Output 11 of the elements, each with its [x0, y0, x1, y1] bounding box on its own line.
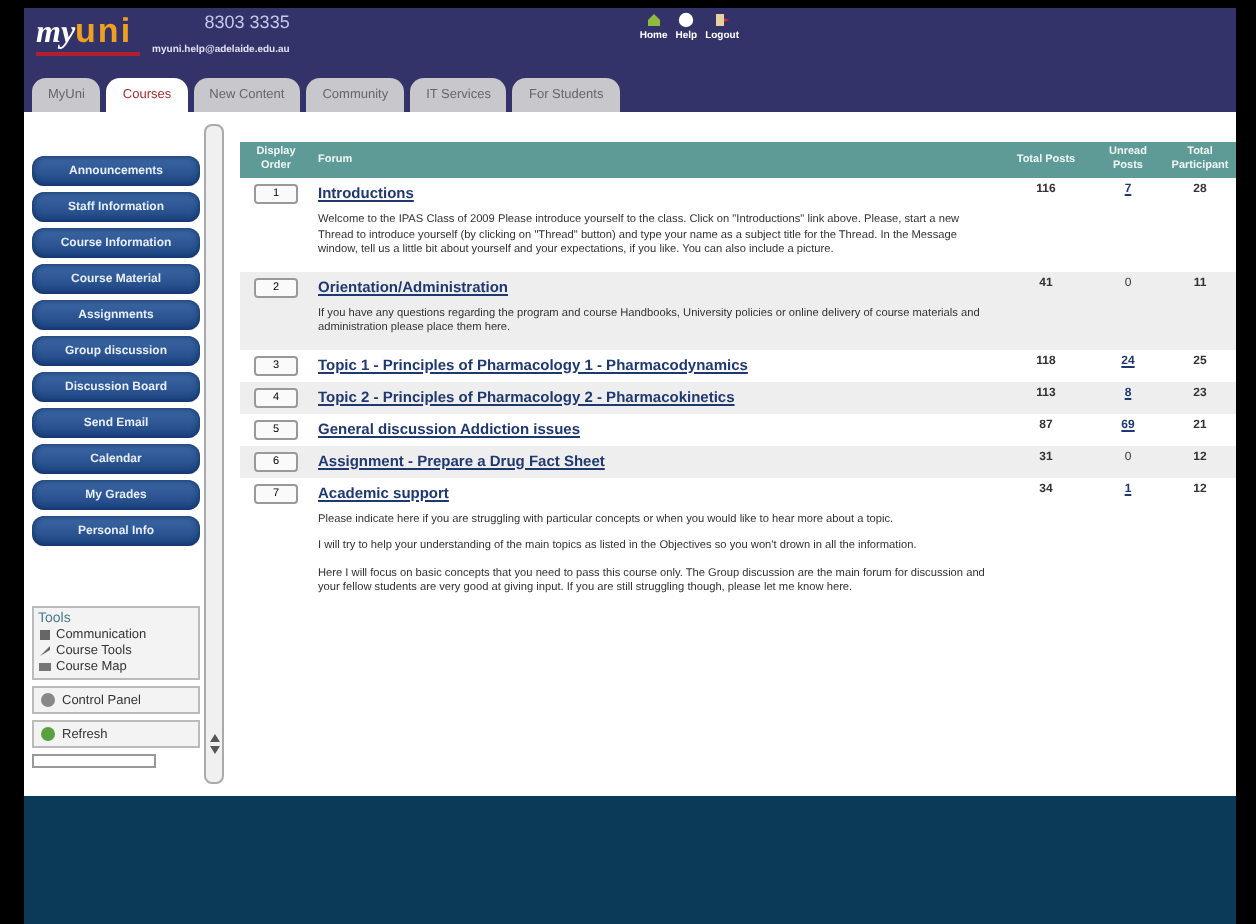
phone-number: 8303 3335	[204, 12, 290, 32]
tools-icon	[38, 644, 52, 658]
scroll-down-icon[interactable]	[209, 746, 219, 754]
home-icon	[645, 12, 662, 28]
scrollbar[interactable]	[204, 124, 224, 784]
logo-text: uni	[75, 12, 133, 52]
input-field[interactable]	[32, 754, 156, 768]
logo-text: my	[36, 16, 76, 52]
scroll-up-icon[interactable]	[209, 734, 219, 742]
door-icon	[714, 12, 731, 28]
book-icon	[38, 660, 52, 674]
